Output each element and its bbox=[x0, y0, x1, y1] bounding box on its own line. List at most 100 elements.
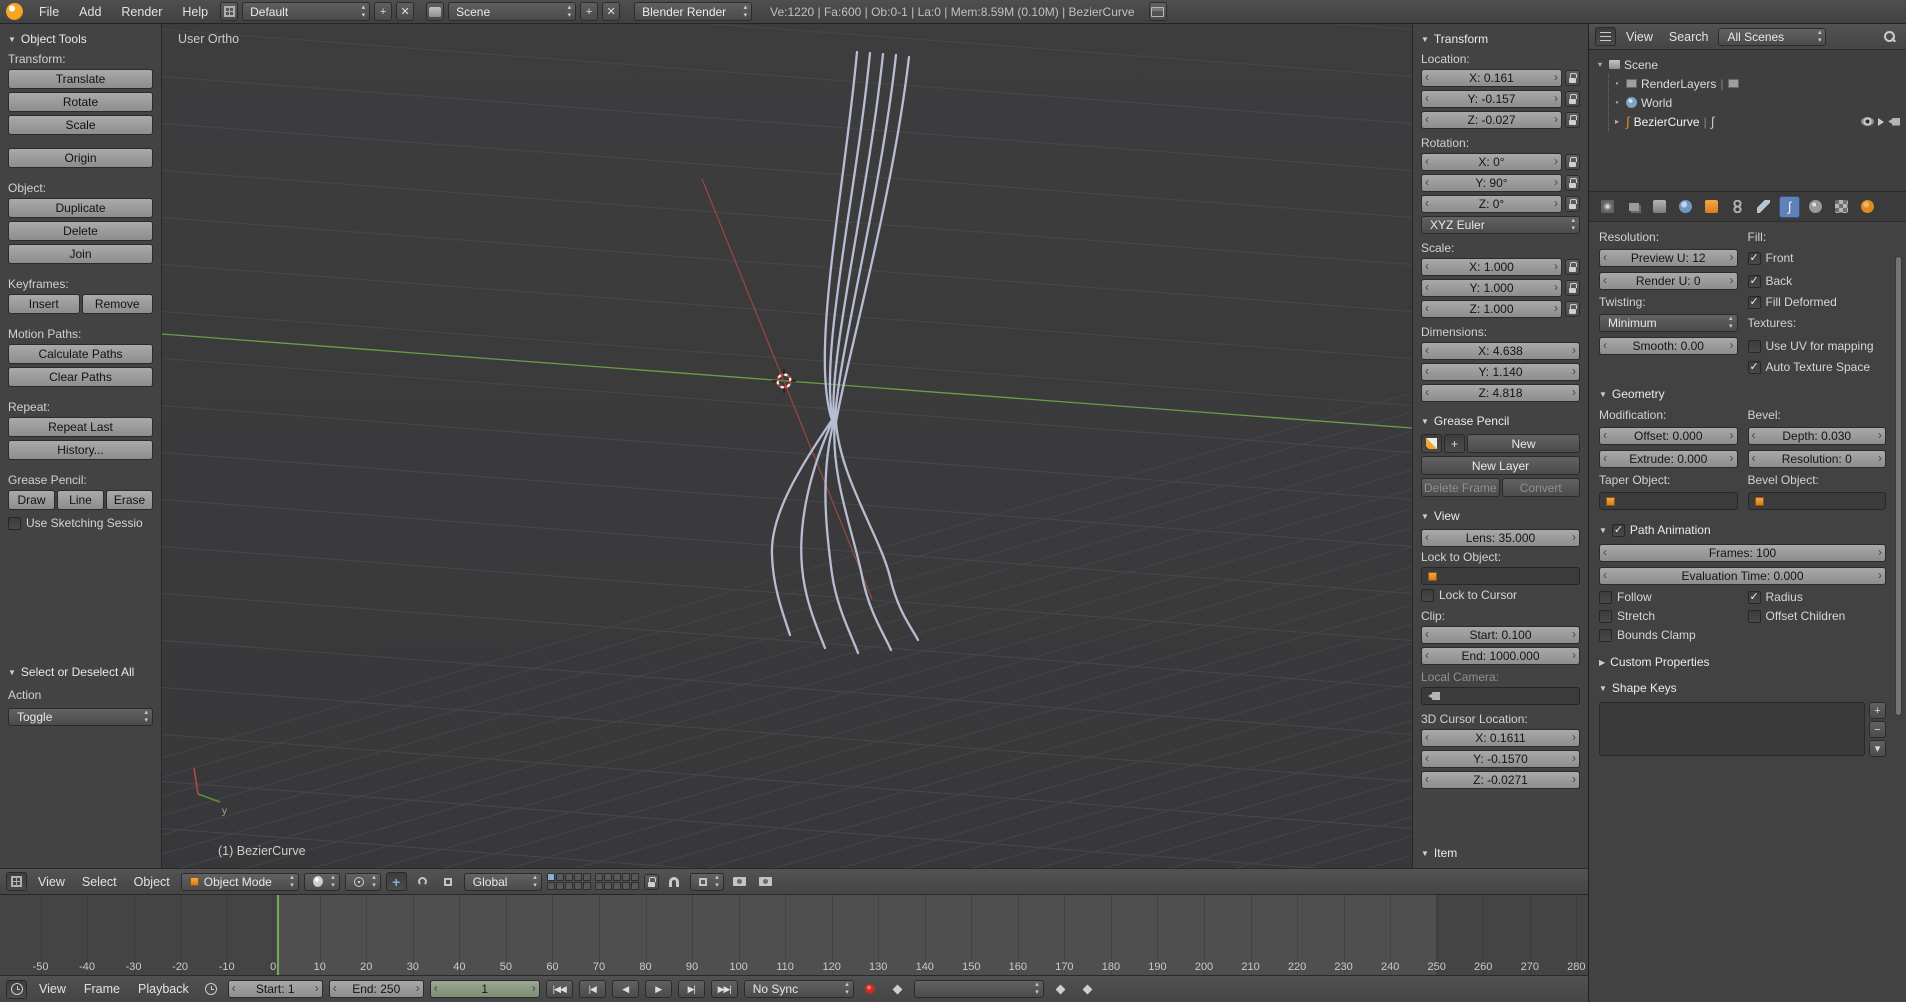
select-menu[interactable]: Select bbox=[76, 873, 123, 891]
shape-key-add-button[interactable]: + bbox=[1869, 702, 1886, 719]
play-button[interactable]: ▶ bbox=[644, 980, 672, 998]
layer-cell[interactable] bbox=[582, 882, 591, 890]
snap-icon[interactable] bbox=[664, 872, 685, 891]
clear-paths-button[interactable]: Clear Paths bbox=[8, 367, 153, 387]
lock-icon[interactable] bbox=[1565, 91, 1580, 107]
visibility-eye-icon[interactable] bbox=[1861, 117, 1874, 126]
screen-layout-icon[interactable] bbox=[220, 2, 239, 21]
scale-x-field[interactable]: X: 1.000 bbox=[1421, 258, 1562, 276]
current-frame-indicator[interactable] bbox=[277, 895, 279, 975]
layer-cell[interactable] bbox=[603, 873, 612, 881]
timeline-frame-menu[interactable]: Frame bbox=[78, 980, 126, 998]
rotation-z-field[interactable]: Z: 0° bbox=[1421, 195, 1562, 213]
bevel-resolution-field[interactable]: Resolution: 0 bbox=[1747, 450, 1886, 468]
offset-field[interactable]: Offset: 0.000 bbox=[1599, 427, 1738, 445]
outliner-row-world[interactable]: • World bbox=[1612, 93, 1900, 112]
tab-modifiers[interactable] bbox=[1753, 196, 1774, 218]
object-tools-panel-header[interactable]: Object Tools bbox=[8, 29, 153, 49]
end-frame-field[interactable]: End: 250 bbox=[328, 980, 424, 998]
view-panel-header[interactable]: View bbox=[1421, 506, 1580, 526]
layer-cell[interactable] bbox=[603, 882, 612, 890]
jump-prev-keyframe-button[interactable]: |◀ bbox=[578, 980, 606, 998]
insert-keyframe-button[interactable]: Insert bbox=[8, 294, 80, 314]
use-uv-checkbox[interactable]: Use UV for mapping bbox=[1747, 339, 1887, 353]
insert-keyframe-icon[interactable] bbox=[1050, 980, 1071, 999]
menu-file[interactable]: File bbox=[31, 3, 67, 21]
frames-field[interactable]: Frames: 100 bbox=[1599, 544, 1886, 562]
timeline-playback-menu[interactable]: Playback bbox=[132, 980, 195, 998]
auto-keyframe-button[interactable] bbox=[860, 980, 881, 999]
expand-icon[interactable]: ▾ bbox=[1595, 60, 1605, 69]
layer-cell[interactable] bbox=[612, 882, 621, 890]
rotation-x-field[interactable]: X: 0° bbox=[1421, 153, 1562, 171]
rotate-button[interactable]: Rotate bbox=[8, 92, 153, 112]
manipulator-rotate-button[interactable] bbox=[412, 872, 433, 891]
lock-icon[interactable] bbox=[1565, 196, 1580, 212]
custom-properties-panel-header[interactable]: Custom Properties bbox=[1599, 652, 1886, 672]
scene-delete-button[interactable]: ✕ bbox=[602, 2, 621, 21]
layer-cell[interactable] bbox=[594, 882, 603, 890]
jump-next-keyframe-button[interactable]: ▶| bbox=[677, 980, 705, 998]
tab-world[interactable] bbox=[1675, 196, 1696, 218]
bounds-clamp-checkbox[interactable]: Bounds Clamp bbox=[1599, 628, 1738, 642]
shape-key-specials-button[interactable]: ▾ bbox=[1869, 740, 1886, 757]
origin-button[interactable]: Origin bbox=[8, 148, 153, 168]
radius-checkbox[interactable]: Radius bbox=[1747, 590, 1887, 604]
path-animation-panel-header[interactable]: Path Animation bbox=[1599, 520, 1886, 540]
layer-cell[interactable] bbox=[546, 873, 555, 881]
taper-object-field[interactable] bbox=[1599, 492, 1738, 510]
outliner-row-beziercurve[interactable]: ▸ ∫ BezierCurve | ∫ bbox=[1612, 112, 1900, 131]
layers-widget[interactable] bbox=[546, 873, 639, 890]
layer-cell[interactable] bbox=[621, 873, 630, 881]
tab-physics[interactable] bbox=[1857, 196, 1878, 218]
jump-to-start-button[interactable]: |◀◀ bbox=[545, 980, 573, 998]
tab-scene[interactable] bbox=[1649, 196, 1670, 218]
blender-logo-icon[interactable] bbox=[6, 3, 23, 20]
clip-end-field[interactable]: End: 1000.000 bbox=[1421, 647, 1580, 665]
lock-icon[interactable] bbox=[1565, 70, 1580, 86]
use-sketching-session-checkbox[interactable]: Use Sketching Sessio bbox=[8, 516, 153, 530]
location-x-field[interactable]: X: 0.161 bbox=[1421, 69, 1562, 87]
lock-icon[interactable] bbox=[1565, 112, 1580, 128]
scene-icon[interactable] bbox=[426, 2, 445, 21]
layers-group-2[interactable] bbox=[594, 873, 639, 890]
layer-cell[interactable] bbox=[582, 873, 591, 881]
layer-cell[interactable] bbox=[630, 882, 639, 890]
menu-add[interactable]: Add bbox=[71, 3, 109, 21]
scale-button[interactable]: Scale bbox=[8, 115, 153, 135]
lock-icon[interactable] bbox=[1565, 154, 1580, 170]
manipulator-translate-button[interactable]: + bbox=[385, 872, 407, 891]
calculate-paths-button[interactable]: Calculate Paths bbox=[8, 344, 153, 364]
lock-icon[interactable] bbox=[1565, 301, 1580, 317]
remove-keyframe-button[interactable]: Remove bbox=[81, 294, 153, 314]
layer-cell[interactable] bbox=[594, 873, 603, 881]
gp-delete-frame-button[interactable]: Delete Frame bbox=[1421, 478, 1500, 497]
lock-icon[interactable] bbox=[1565, 280, 1580, 296]
search-icon[interactable] bbox=[1879, 27, 1900, 46]
operator-panel-header[interactable]: Select or Deselect All bbox=[8, 662, 153, 682]
cursor-x-field[interactable]: X: 0.1611 bbox=[1421, 729, 1580, 747]
duplicate-button[interactable]: Duplicate bbox=[8, 198, 153, 218]
join-button[interactable]: Join bbox=[8, 244, 153, 264]
scale-y-field[interactable]: Y: 1.000 bbox=[1421, 279, 1562, 297]
path-animation-checkbox[interactable] bbox=[1611, 523, 1625, 537]
action-select[interactable]: Toggle bbox=[8, 708, 153, 726]
gp-draw-button[interactable]: Draw bbox=[8, 490, 55, 510]
outliner-row-scene[interactable]: ▾ Scene bbox=[1595, 55, 1900, 74]
scale-z-field[interactable]: Z: 1.000 bbox=[1421, 300, 1562, 318]
tab-render[interactable] bbox=[1597, 196, 1618, 218]
shape-keys-list[interactable] bbox=[1599, 702, 1865, 756]
bevel-object-field[interactable] bbox=[1747, 492, 1886, 510]
opengl-render-icon[interactable] bbox=[729, 872, 750, 891]
layer-cell[interactable] bbox=[564, 873, 573, 881]
timeline-view-menu[interactable]: View bbox=[33, 980, 72, 998]
twist-method-select[interactable]: Minimum bbox=[1599, 314, 1738, 332]
cursor-z-field[interactable]: Z: -0.0271 bbox=[1421, 771, 1580, 789]
gp-line-button[interactable]: Line bbox=[57, 490, 104, 510]
history-button[interactable]: History... bbox=[8, 440, 153, 460]
scene-select[interactable]: Scene bbox=[448, 2, 577, 21]
local-camera-field[interactable] bbox=[1421, 687, 1580, 705]
gp-convert-button[interactable]: Convert bbox=[1501, 478, 1580, 497]
gp-new-button[interactable]: New bbox=[1467, 434, 1580, 453]
lock-icon[interactable] bbox=[1565, 259, 1580, 275]
